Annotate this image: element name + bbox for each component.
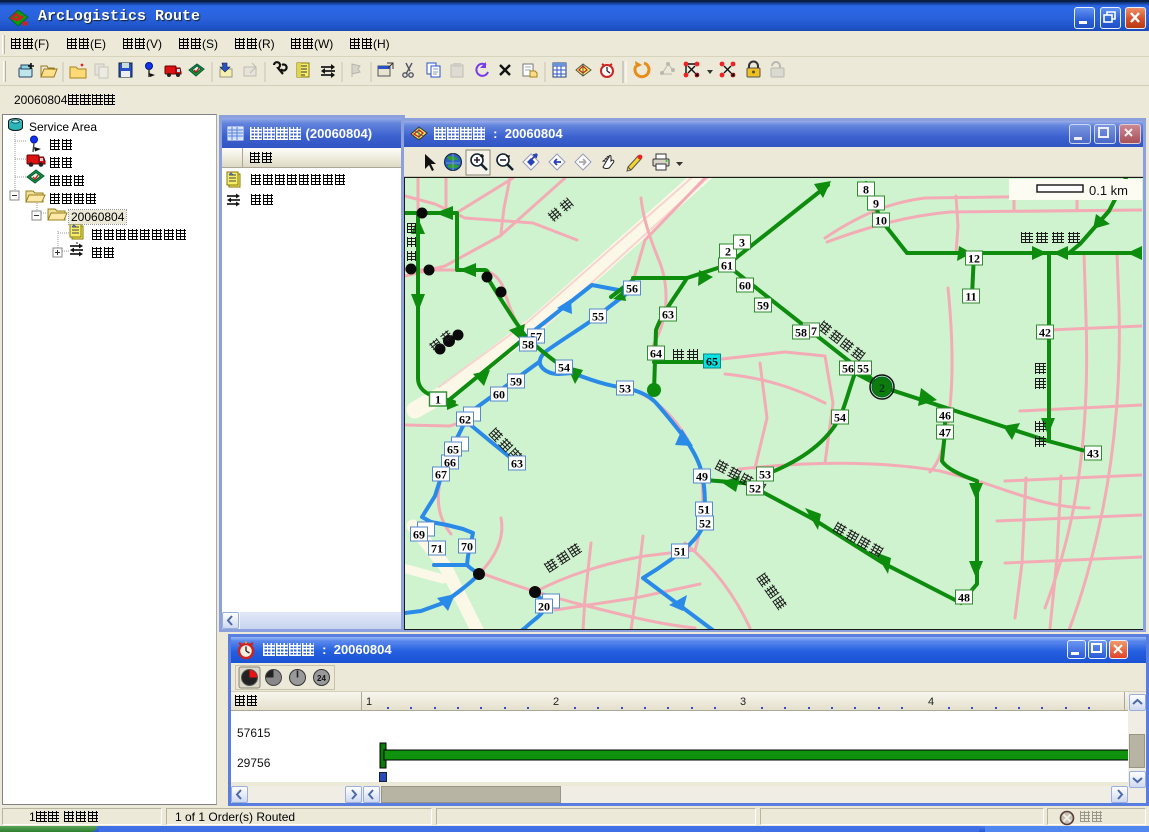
svg-text:56: 56 [842, 362, 854, 376]
svg-text:51: 51 [674, 545, 686, 559]
svg-text:53: 53 [619, 382, 631, 396]
svg-text:53: 53 [759, 468, 771, 482]
svg-text:52: 52 [699, 517, 711, 531]
svg-text:58: 58 [795, 326, 807, 340]
svg-text:1: 1 [366, 696, 372, 708]
svg-text:62: 62 [459, 413, 471, 427]
svg-text:65: 65 [447, 443, 459, 457]
svg-text:67: 67 [435, 468, 447, 482]
svg-text:12: 12 [968, 252, 980, 266]
svg-text:56: 56 [626, 282, 638, 296]
svg-text:60: 60 [739, 279, 751, 293]
svg-text:7: 7 [811, 324, 817, 338]
svg-text:11: 11 [965, 290, 976, 304]
svg-text:60: 60 [493, 388, 505, 402]
svg-text:59: 59 [510, 375, 522, 389]
svg-text:47: 47 [939, 426, 951, 440]
svg-text:55: 55 [592, 310, 604, 324]
svg-text:65: 65 [706, 355, 718, 369]
svg-text:71: 71 [431, 542, 443, 556]
svg-text:46: 46 [939, 409, 951, 423]
svg-text:63: 63 [662, 308, 674, 322]
svg-text:0.1 km: 0.1 km [1089, 183, 1128, 198]
svg-text:49: 49 [696, 470, 708, 484]
svg-text:52: 52 [749, 482, 761, 496]
svg-text:58: 58 [522, 338, 534, 352]
svg-text:10: 10 [875, 214, 887, 228]
svg-text:54: 54 [558, 361, 570, 375]
svg-text:2: 2 [553, 696, 559, 708]
svg-text:51: 51 [698, 503, 710, 517]
svg-text:55: 55 [857, 362, 869, 376]
svg-text:54: 54 [834, 411, 846, 425]
svg-text:1: 1 [435, 393, 441, 407]
svg-text:59: 59 [757, 299, 769, 313]
svg-text:61: 61 [721, 259, 733, 273]
svg-text:69: 69 [413, 528, 425, 542]
svg-text:2: 2 [725, 245, 731, 259]
svg-text:70: 70 [461, 540, 473, 554]
svg-text:64: 64 [650, 347, 662, 361]
svg-text:43: 43 [1087, 447, 1099, 461]
svg-text:20: 20 [538, 600, 550, 614]
svg-text:2: 2 [879, 381, 885, 395]
svg-text:48: 48 [958, 591, 970, 605]
svg-text:9: 9 [873, 197, 879, 211]
svg-text:8: 8 [863, 183, 869, 197]
svg-text:42: 42 [1039, 326, 1051, 340]
svg-text:63: 63 [511, 457, 523, 471]
svg-text:4: 4 [928, 696, 934, 708]
svg-text:24: 24 [317, 674, 326, 683]
svg-text:3: 3 [740, 696, 746, 708]
svg-text:3: 3 [739, 236, 745, 250]
